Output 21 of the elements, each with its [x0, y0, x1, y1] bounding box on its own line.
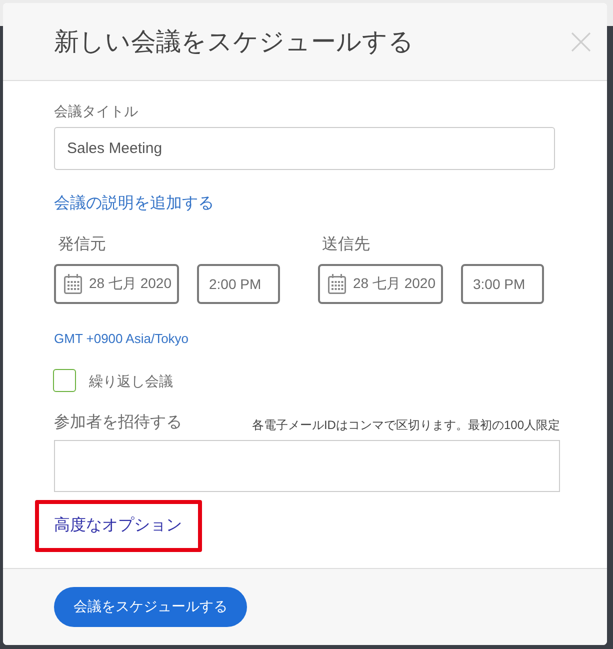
time-picker[interactable]: 3:00 PM: [461, 264, 544, 304]
timezone-link[interactable]: GMT +0900 Asia/Tokyo: [54, 329, 189, 348]
hint-text: 各電子メールIDはコンマで区切ります。最初の100人限定: [252, 417, 560, 433]
close-icon[interactable]: [571, 32, 591, 52]
field-label: 送信先: [322, 234, 371, 255]
checkbox[interactable]: [53, 369, 76, 392]
dialog-title: 新しい会議をスケジュールする: [54, 26, 414, 58]
schedule-button[interactable]: 会議をスケジュールする: [54, 587, 247, 627]
time-picker[interactable]: 2:00 PM: [197, 264, 280, 304]
title-input[interactable]: Sales Meeting: [54, 127, 555, 170]
date-picker[interactable]: 28 七月 2020: [54, 264, 179, 304]
field-label: 発信元: [58, 235, 107, 255]
invitees-field[interactable]: [54, 440, 560, 492]
add-description-link[interactable]: 会議の説明を追加する: [54, 193, 214, 215]
calendar-icon: [328, 274, 346, 294]
date-picker[interactable]: 28 七月 2020: [318, 264, 443, 304]
checkbox-label: 繰り返し会議: [89, 372, 173, 390]
field-label: 参加者を招待する: [54, 412, 182, 433]
calendar-icon: [64, 274, 82, 294]
advanced-options-link[interactable]: 高度なオプション: [54, 515, 182, 537]
field-label: 会議タイトル: [54, 102, 138, 120]
